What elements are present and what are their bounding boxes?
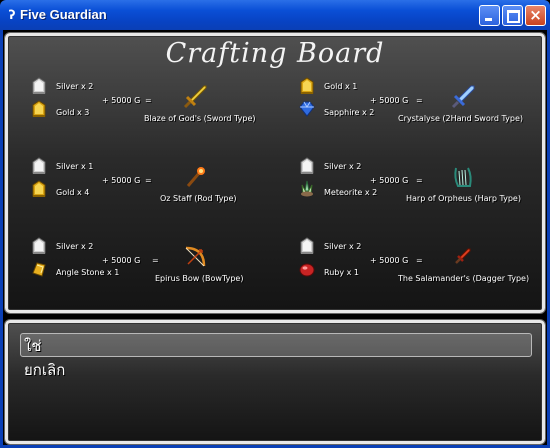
ingredient-label: Gold x 1 [324,82,358,91]
meteorite-crystal-icon [298,179,316,199]
recipe-crystalyse: Gold x 1 Sapphire x 2 + 5000 G = Crystalyse … [298,76,550,146]
equals-sign: = [416,96,423,105]
app-icon: ʔ [8,8,16,22]
silver-ingot-icon [298,236,316,256]
equals-sign: = [152,256,159,265]
equals-sign: = [416,176,423,185]
silver-ingot-icon [30,76,48,96]
ingredient-label: Sapphire x 2 [324,108,375,117]
recipe-harp-of-orpheus: Silver x 2 Meteorite x 2 + 5000 G = Harp of … [298,156,550,226]
recipe-salamanders: Silver x 2 Ruby x 1 + 5000 G = The Salamande… [298,236,550,306]
recipe-epirus-bow: Silver x 2 Angle Stone x 1 + 5000 G = Epirus… [30,236,290,306]
gold-cost: + 5000 G [102,176,141,185]
ingredient-label: Meteorite x 2 [324,188,378,197]
window-title: Five Guardian [20,7,107,22]
gold-ingot-icon [30,179,48,199]
gold-cost: + 5000 G [370,256,409,265]
fire-rod-icon [182,164,208,190]
result-label: Crystalyse (2Hand Sword Type) [398,114,524,123]
silver-ingot-icon [30,156,48,176]
sapphire-gem-icon [298,99,316,119]
minimize-icon [485,18,492,21]
result-label: Oz Staff (Rod Type) [160,194,237,203]
maximize-icon [507,10,520,23]
red-dagger-icon [450,244,476,270]
ingredient-label: Silver x 2 [56,242,94,251]
result-label: Blaze of God's (Sword Type) [144,114,256,123]
choice-yes[interactable]: ใช่ [24,334,42,358]
ruby-gem-icon [298,259,316,279]
gold-ingot-icon [298,76,316,96]
harp-icon [450,164,476,190]
ingredient-label: Ruby x 1 [324,268,359,277]
ingredient-label: Gold x 3 [56,108,90,117]
golden-sword-icon [182,84,208,110]
gold-ingot-icon [30,99,48,119]
choice-cancel[interactable]: ยกเลิก [24,358,65,382]
gold-cost: + 5000 G [102,96,141,105]
equals-sign: = [416,256,423,265]
close-button[interactable]: × [525,5,546,26]
result-label: Harp of Orpheus (Harp Type) [406,194,521,203]
close-icon: × [529,6,542,24]
silver-ingot-icon [298,156,316,176]
bow-icon [182,244,208,270]
recipe-oz-staff: Silver x 1 Gold x 4 + 5000 G = Oz Staff (Rod… [30,156,290,226]
choice-window: ใช่ ยกเลิก [5,320,545,444]
ingredient-label: Silver x 2 [324,162,362,171]
gold-cost: + 5000 G [102,256,141,265]
equals-sign: = [145,96,152,105]
maximize-button[interactable] [502,5,523,26]
ingredient-label: Angle Stone x 1 [56,268,120,277]
minimize-button[interactable] [479,5,500,26]
board-title: Crafting Board [165,38,385,69]
ingredient-label: Silver x 2 [324,242,362,251]
ingredient-label: Silver x 1 [56,162,94,171]
angle-stone-icon [30,259,48,279]
ingredient-label: Gold x 4 [56,188,90,197]
selection-highlight [20,333,532,357]
silver-ingot-icon [30,236,48,256]
equals-sign: = [145,176,152,185]
crafting-board-window: Crafting Board Silver x 2 Gold x 3 + 5000 … [5,33,545,313]
result-label: Epirus Bow (BowType) [155,274,244,283]
result-label: The Salamander's (Dagger Type) [398,274,530,283]
title-bar[interactable]: ʔ Five Guardian × [0,0,550,30]
gold-cost: + 5000 G [370,96,409,105]
gold-cost: + 5000 G [370,176,409,185]
crystal-sword-icon [450,84,476,110]
recipe-blaze-of-gods: Silver x 2 Gold x 3 + 5000 G = Blaze of God'… [30,76,290,146]
ingredient-label: Silver x 2 [56,82,94,91]
